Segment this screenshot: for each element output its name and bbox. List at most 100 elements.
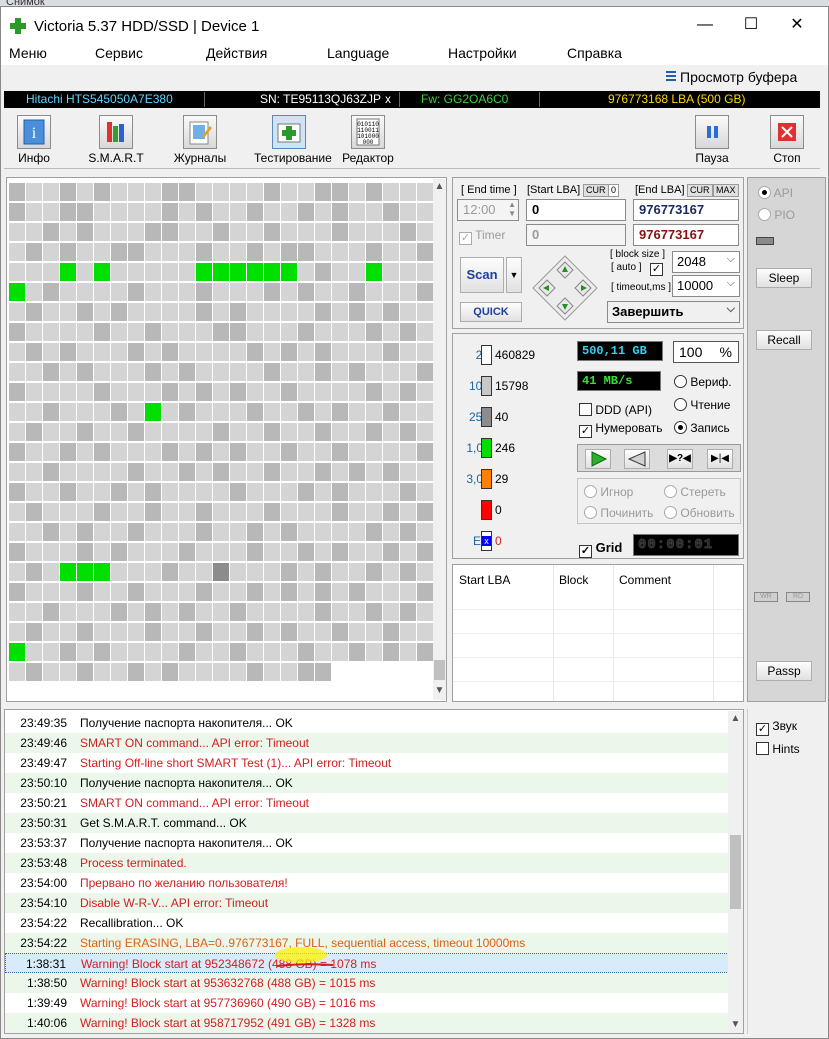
log-scroll-up-icon[interactable]: ▲ — [728, 713, 743, 724]
pause-button[interactable]: Пауза — [682, 115, 742, 169]
verify-option[interactable]: Вериф. — [674, 375, 732, 389]
numbering-option[interactable]: ✓ Нумеровать — [579, 421, 663, 438]
log-entry[interactable]: 23:49:46 SMART ON command... API error: T… — [5, 733, 729, 753]
refresh-option[interactable]: Обновить — [664, 506, 735, 520]
menu-actions[interactable]: Действия — [206, 45, 267, 61]
logs-button[interactable]: Журналы — [170, 115, 230, 169]
log-entry[interactable]: 23:50:31 Get S.M.A.R.T. command... OK — [5, 813, 729, 833]
log-entry[interactable]: 23:54:10 Disable W-R-V... API error: Time… — [5, 893, 729, 913]
sound-checkbox[interactable]: ✓ — [756, 723, 769, 736]
end-lba-field[interactable]: 976773167 — [633, 199, 739, 221]
log-entry[interactable]: 23:54:00 Прервано по желанию пользователя… — [5, 873, 729, 893]
random-seek-button[interactable]: ▶?◀ — [667, 449, 693, 469]
numbering-checkbox[interactable]: ✓ — [579, 425, 592, 438]
timer-field[interactable]: 0 — [526, 224, 626, 246]
time-spin-icon[interactable]: ▲ ▼ — [508, 200, 516, 218]
start-cur-button[interactable]: CUR — [583, 184, 609, 197]
testing-button[interactable]: Тестирование — [254, 115, 332, 169]
api-radio[interactable] — [758, 186, 771, 199]
device-close-x[interactable]: x — [385, 92, 391, 106]
read-option[interactable]: Чтение — [674, 398, 730, 412]
write-radio[interactable] — [674, 421, 687, 434]
butterfly-button[interactable]: ▶|◀ — [707, 449, 733, 469]
passport-button[interactable]: Passp — [756, 661, 812, 681]
read-radio[interactable] — [674, 398, 687, 411]
log-entry[interactable]: 23:53:48 Process terminated. — [5, 853, 729, 873]
maximize-button[interactable]: ☐ — [728, 7, 774, 43]
stop-button[interactable]: Стоп — [757, 115, 817, 169]
wr-button[interactable]: WR — [754, 592, 778, 602]
end-lba-field-2[interactable]: 976773167 — [633, 224, 739, 246]
scan-button[interactable]: Scan — [460, 257, 504, 293]
log-entry[interactable]: 23:54:22 Starting ERASING, LBA=0..9767731… — [5, 933, 729, 953]
log-scrollbar-thumb[interactable] — [730, 835, 741, 909]
log-entry[interactable]: 1:39:49 Warning! Block start at 957736960… — [5, 993, 729, 1013]
rd-button[interactable]: RD — [786, 592, 810, 602]
log-scrollbar[interactable]: ▲ ▼ — [728, 711, 743, 1033]
log-entry[interactable]: 1:38:31 Warning! Block start at 952348672… — [5, 953, 729, 973]
ignore-radio[interactable] — [584, 485, 597, 498]
log-entry[interactable]: 23:50:10 Получение паспорта накопителя...… — [5, 773, 729, 793]
sleep-button[interactable]: Sleep — [756, 268, 812, 288]
buffer-view-link[interactable]: Просмотр буфера — [666, 69, 797, 85]
log-entry[interactable]: 1:40:06 Warning! Block start at 958717952… — [5, 1013, 729, 1033]
menu-settings[interactable]: Настройки — [448, 45, 517, 61]
ddd-option[interactable]: DDD (API) — [579, 403, 652, 417]
direction-pad-icon[interactable] — [531, 254, 599, 322]
end-max-button[interactable]: MAX — [713, 184, 739, 197]
recall-button[interactable]: Recall — [756, 330, 812, 350]
timeout-select[interactable]: 10000 — [672, 275, 740, 297]
write-option[interactable]: Запись — [674, 421, 730, 435]
play-button[interactable] — [585, 449, 611, 469]
menu-help[interactable]: Справка — [567, 45, 622, 61]
end-time-field[interactable]: 12:00 ▲ ▼ — [457, 199, 519, 221]
log-scroll-down-icon[interactable]: ▼ — [728, 1019, 743, 1030]
log-entry[interactable]: 23:53:37 Получение паспорта накопителя...… — [5, 833, 729, 853]
grid-option[interactable]: ✓ Grid — [579, 540, 622, 558]
erase-option[interactable]: Стереть — [664, 485, 726, 499]
grid-checkbox[interactable]: ✓ — [579, 545, 592, 558]
start-lba-field[interactable]: 0 — [526, 199, 626, 221]
editor-button[interactable]: 010110 110011 101000 000 Редактор — [338, 115, 398, 169]
log-entry[interactable]: 23:50:21 SMART ON command... API error: T… — [5, 793, 729, 813]
log-entry[interactable]: 1:38:50 Warning! Block start at 953632768… — [5, 973, 729, 993]
hints-option[interactable]: Hints — [756, 742, 800, 756]
timer-checkbox[interactable]: ✓ — [459, 232, 472, 245]
ignore-option[interactable]: Игнор — [584, 485, 633, 499]
log-entry[interactable]: 23:49:35 Получение паспорта накопителя...… — [5, 713, 729, 733]
ddd-checkbox[interactable] — [579, 403, 592, 416]
repair-option[interactable]: Починить — [584, 506, 653, 520]
scan-block — [94, 663, 110, 681]
reverse-button[interactable] — [624, 449, 650, 469]
close-button[interactable]: ✕ — [774, 7, 820, 43]
quick-button[interactable]: QUICK — [460, 302, 522, 322]
scan-block — [196, 263, 212, 281]
minimize-button[interactable]: — — [682, 7, 728, 43]
info-button[interactable]: i Инфо — [4, 115, 64, 169]
block-size-select[interactable]: 2048 — [672, 251, 740, 273]
hints-checkbox[interactable] — [756, 742, 769, 755]
api-option[interactable]: API — [758, 186, 793, 200]
menu-language[interactable]: Language — [327, 45, 389, 61]
timer-toggle[interactable]: ✓ Timer — [459, 228, 505, 245]
action-select[interactable]: Завершить — [607, 301, 740, 323]
verify-radio[interactable] — [674, 375, 687, 388]
scan-dropdown-icon[interactable]: ▼ — [506, 257, 522, 293]
erase-radio[interactable] — [664, 485, 677, 498]
scroll-up-arrow-icon[interactable]: ▲ — [433, 181, 446, 192]
menu-service[interactable]: Сервис — [95, 45, 143, 61]
auto-checkbox[interactable]: ✓ — [650, 263, 663, 276]
refresh-radio[interactable] — [664, 506, 677, 519]
log-entry[interactable]: 23:49:47 Starting Off-line short SMART Te… — [5, 753, 729, 773]
log-entry[interactable]: 23:54:22 Recallibration... OK — [5, 913, 729, 933]
scroll-down-arrow-icon[interactable]: ▼ — [433, 685, 446, 696]
menu-main[interactable]: Меню — [9, 45, 47, 61]
sound-option[interactable]: ✓ Звук — [756, 719, 797, 736]
scan-map-scrollbar[interactable]: ▲ ▼ — [433, 179, 446, 700]
end-cur-button[interactable]: CUR — [687, 184, 713, 197]
pio-radio[interactable] — [758, 208, 771, 221]
repair-radio[interactable] — [584, 506, 597, 519]
smart-button[interactable]: S.M.A.R.T — [86, 115, 146, 169]
scrollbar-thumb[interactable] — [434, 660, 445, 680]
pio-option[interactable]: PIO — [758, 208, 795, 222]
